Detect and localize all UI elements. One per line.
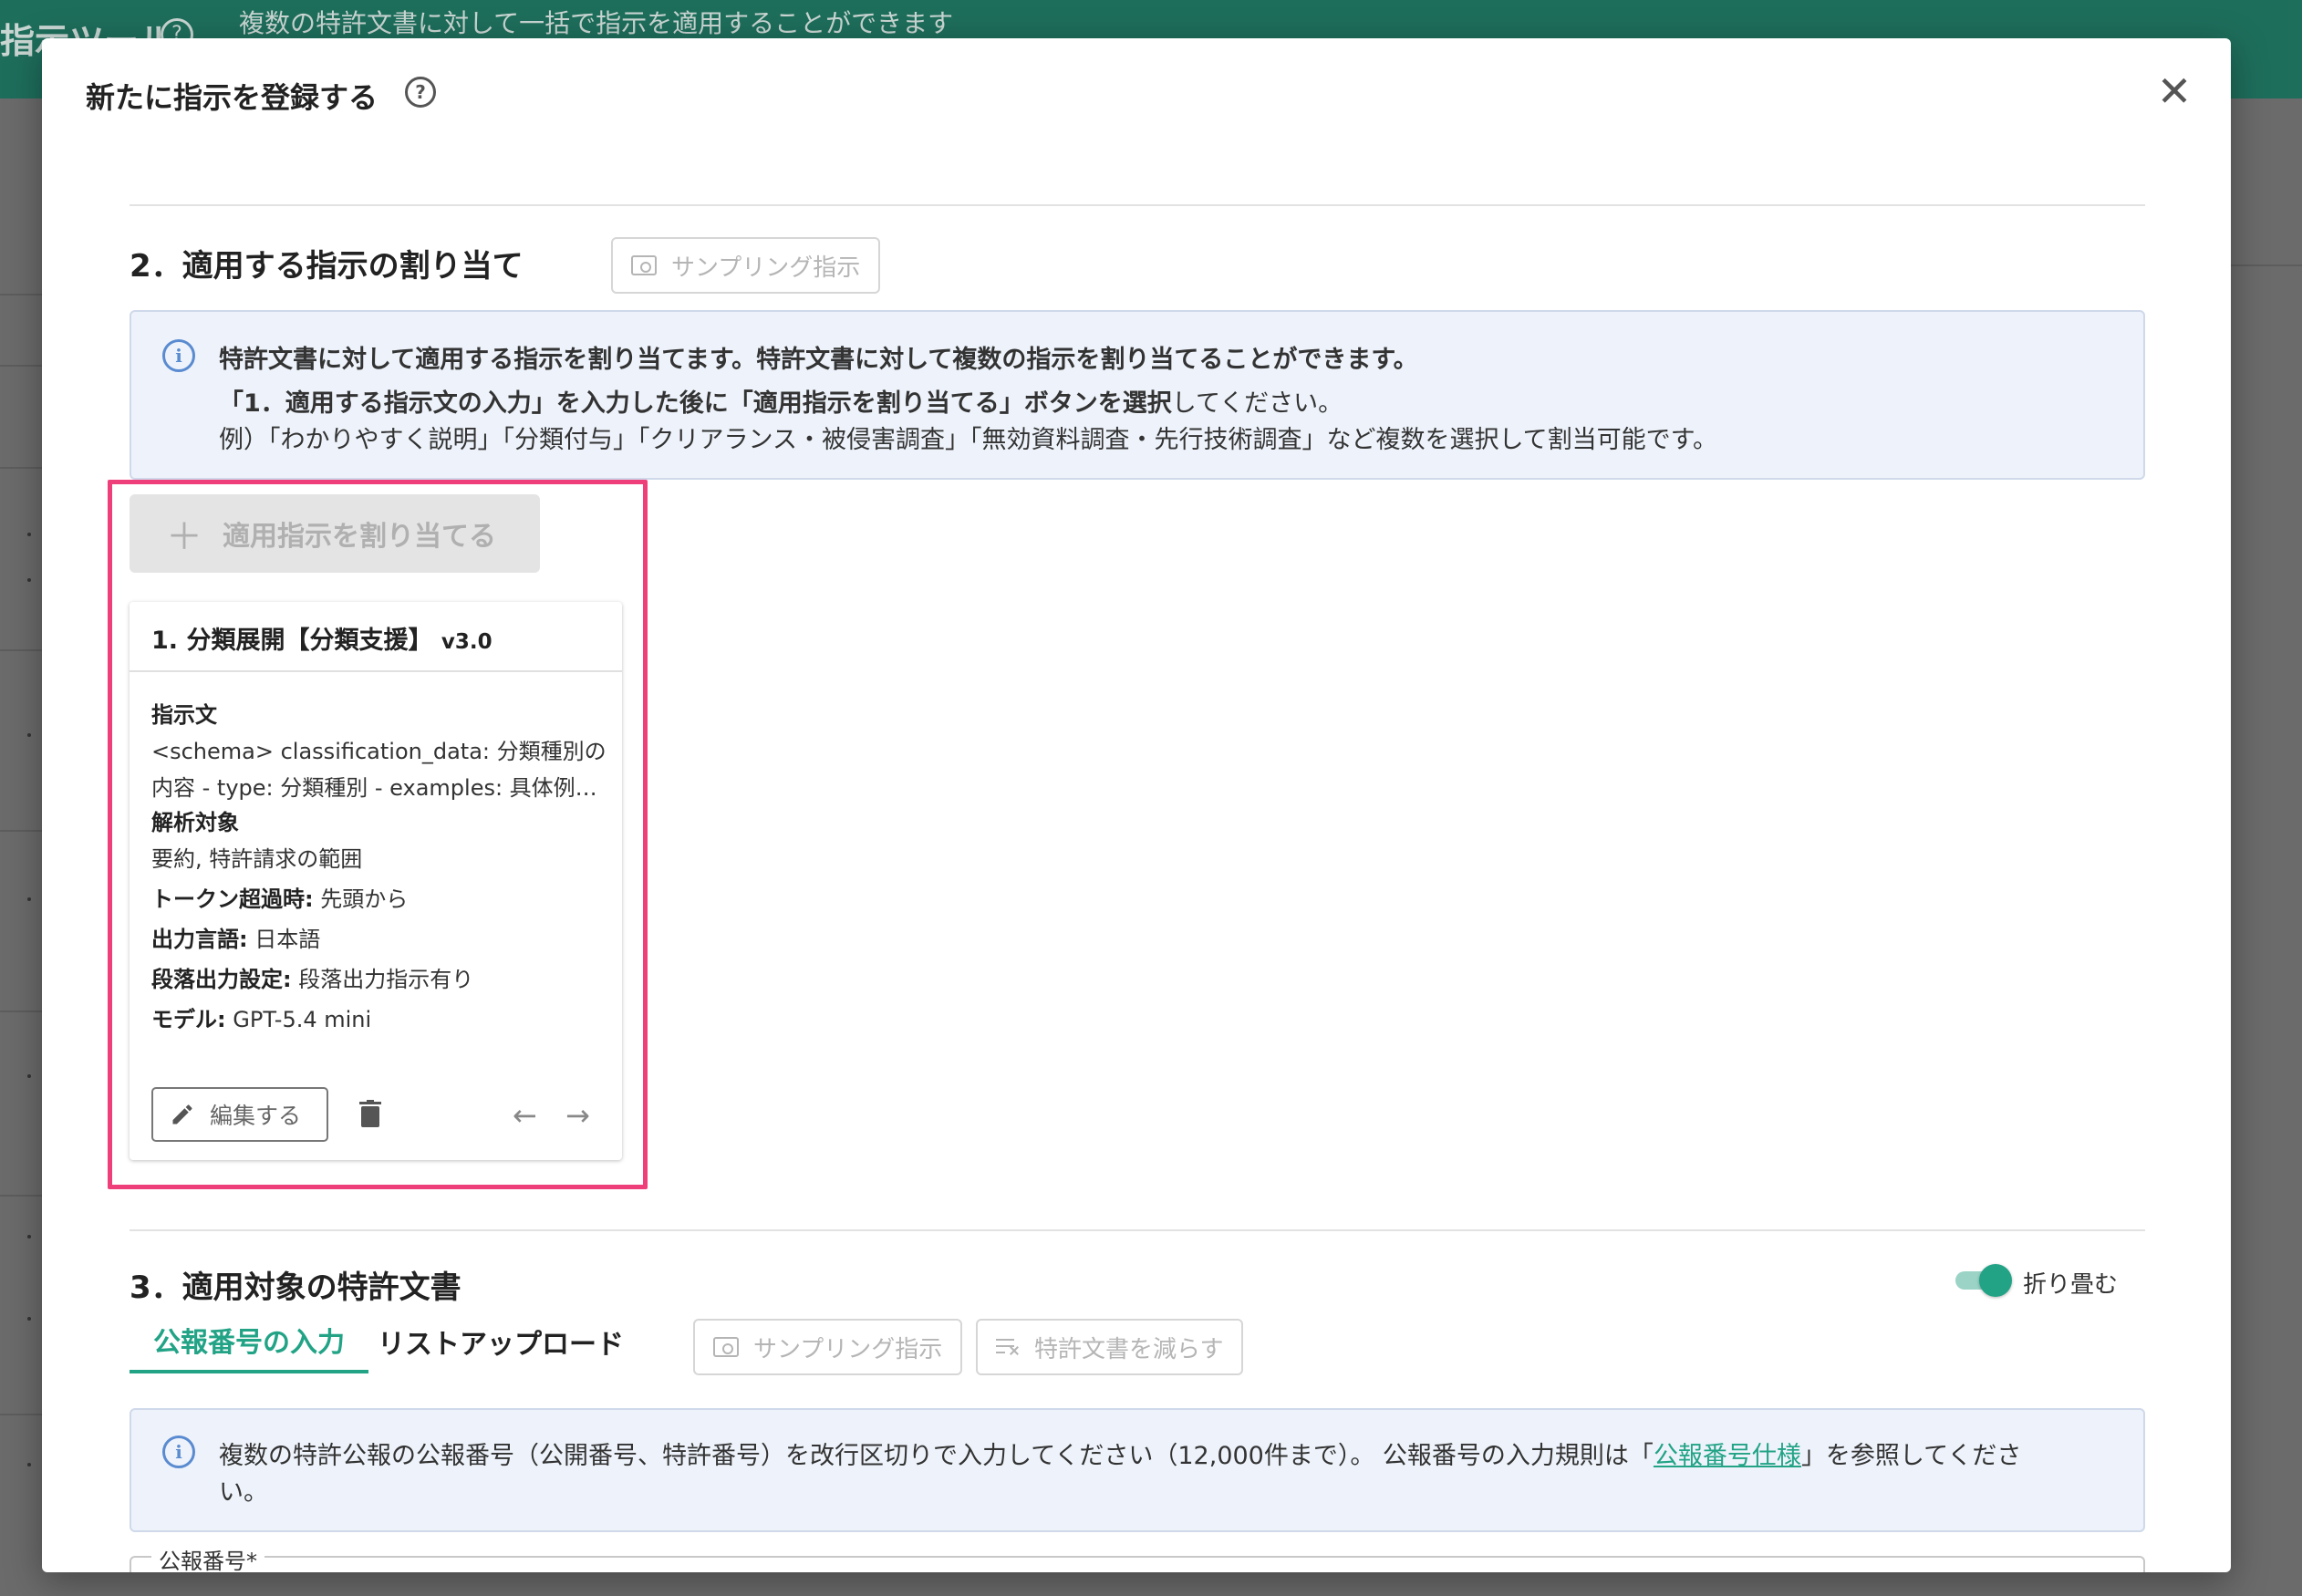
info-text: 例）「わかりやすく説明」「分類付与」「クリアランス・被侵害調査」「無効資料調査・… xyxy=(219,426,1717,454)
card-title: 1. 分類展開【分類支援】 v3.0 xyxy=(151,620,493,656)
app-subtitle: 複数の特許文書に対して一括で指示を適用することができます xyxy=(239,8,954,38)
lang-label: 出力言語: xyxy=(151,927,248,952)
modal-title: 新たに指示を登録する xyxy=(86,80,378,115)
edit-button[interactable]: 編集する xyxy=(151,1087,328,1142)
arrow-right-icon[interactable]: → xyxy=(565,1098,590,1133)
publication-spec-link[interactable]: 公報番号仕様 xyxy=(1654,1442,1801,1470)
bg-divider xyxy=(2229,264,2302,266)
instruction-text: <schema> classification_data: 分類種別の xyxy=(151,739,607,764)
section3-title: 3．適用対象の特許文書 xyxy=(130,1270,461,1306)
assign-button-label: 適用指示を割り当てる xyxy=(223,521,496,553)
model-value: GPT-5.4 mini xyxy=(233,1007,372,1032)
card-version: v3.0 xyxy=(441,630,493,654)
help-icon[interactable]: ? xyxy=(405,77,436,108)
para-value: 段落出力指示有り xyxy=(298,967,474,992)
info-text-pre: 複数の特許公報の公報番号（公開番号、特許番号）を改行区切りで入力してください（1… xyxy=(219,1442,1654,1470)
bg-dot xyxy=(27,897,31,901)
reduce-documents-button[interactable]: 特許文書を減らす xyxy=(976,1319,1244,1375)
assign-instruction-button[interactable]: ＋ 適用指示を割り当てる xyxy=(130,494,540,573)
register-instruction-modal: 新たに指示を登録する ? ✕ 2．適用する指示の割り当て サンプリング指示 i … xyxy=(42,38,2231,1572)
section-divider xyxy=(130,1229,2145,1231)
bg-divider xyxy=(0,649,42,651)
bg-dot xyxy=(27,1235,31,1238)
plus-icon: ＋ xyxy=(166,516,202,558)
info-icon: i xyxy=(162,1435,195,1468)
info-text: い。 xyxy=(219,1478,268,1507)
info-icon: i xyxy=(162,339,195,372)
model-label: モデル: xyxy=(151,1007,226,1032)
close-icon[interactable]: ✕ xyxy=(2151,67,2198,115)
model-setting: モデル: GPT-5.4 mini xyxy=(151,1001,371,1033)
collapse-toggle[interactable] xyxy=(1955,1264,2012,1297)
card-divider xyxy=(130,670,622,672)
edit-button-label: 編集する xyxy=(210,1103,302,1129)
sampling-button-label: サンプリング指示 xyxy=(671,254,861,282)
target-label: 解析対象 xyxy=(151,810,239,835)
publication-number-label: 公報番号* xyxy=(151,1543,264,1572)
para-label: 段落出力設定: xyxy=(151,967,292,992)
info-text-regular: してください。 xyxy=(1171,389,1343,418)
language-setting: 出力言語: 日本語 xyxy=(151,921,320,953)
tab-publication-number[interactable]: 公報番号の入力 xyxy=(130,1310,368,1373)
eye-icon xyxy=(713,1337,739,1357)
collapse-label: 折り畳む xyxy=(2023,1271,2119,1299)
pencil-icon xyxy=(172,1104,192,1124)
paragraph-setting: 段落出力設定: 段落出力指示有り xyxy=(151,961,473,993)
bg-divider xyxy=(0,1195,42,1197)
section3-info-box: i 複数の特許公報の公報番号（公開番号、特許番号）を改行区切りで入力してください… xyxy=(130,1408,2145,1532)
instruction-label: 指示文 xyxy=(151,702,217,728)
publication-number-field[interactable] xyxy=(130,1556,2145,1572)
sampling-instruction-button[interactable]: サンプリング指示 xyxy=(693,1319,963,1375)
bg-dot xyxy=(27,1317,31,1321)
reduce-button-label: 特許文書を減らす xyxy=(1034,1335,1224,1363)
info-text-post: 」を参照してくださ xyxy=(1800,1442,2022,1470)
eye-icon xyxy=(631,255,657,275)
sampling-button-label: サンプリング指示 xyxy=(753,1335,943,1363)
instruction-text: 内容 - type: 分類種別 - examples: 具体例… xyxy=(151,775,597,801)
trash-icon[interactable] xyxy=(359,1100,381,1127)
arrow-left-icon[interactable]: ← xyxy=(513,1098,537,1133)
info-text-bold: 「1．適用する指示文の入力」を入力した後に「適用指示を割り当てる」ボタンを選択 xyxy=(219,389,1172,418)
bg-divider xyxy=(0,467,42,469)
bg-divider xyxy=(0,1414,42,1415)
bg-dot xyxy=(27,578,31,582)
bg-divider xyxy=(0,830,42,832)
bg-dot xyxy=(27,733,31,737)
token-value: 先頭から xyxy=(320,886,409,912)
info-text: 複数の特許公報の公報番号（公開番号、特許番号）を改行区切りで入力してください（1… xyxy=(219,1435,2021,1471)
bg-divider xyxy=(0,365,42,367)
bg-divider xyxy=(0,1010,42,1012)
lang-value: 日本語 xyxy=(254,927,321,952)
bg-dot xyxy=(27,533,31,536)
bg-dot xyxy=(27,1074,31,1078)
info-text: 「1．適用する指示文の入力」を入力した後に「適用指示を割り当てる」ボタンを選択し… xyxy=(219,383,1343,419)
card-title-text: 1. 分類展開【分類支援】 xyxy=(151,627,433,655)
token-label: トークン超過時: xyxy=(151,886,314,912)
tab-list-upload[interactable]: リストアップロード xyxy=(368,1310,633,1373)
sampling-instruction-button[interactable]: サンプリング指示 xyxy=(611,237,881,294)
toggle-thumb xyxy=(1979,1264,2012,1297)
bg-divider xyxy=(0,294,42,295)
section2-info-box: i 特許文書に対して適用する指示を割り当てます。特許文書に対して複数の指示を割り… xyxy=(130,310,2145,480)
target-value: 要約, 特許請求の範囲 xyxy=(151,846,363,872)
token-setting: トークン超過時: 先頭から xyxy=(151,881,408,913)
section2-title: 2．適用する指示の割り当て xyxy=(130,248,524,285)
bg-dot xyxy=(27,1463,31,1466)
instruction-card: 1. 分類展開【分類支援】 v3.0 指示文 <schema> classifi… xyxy=(130,602,622,1160)
section-divider xyxy=(130,204,2145,206)
info-text: 特許文書に対して適用する指示を割り当てます。特許文書に対して複数の指示を割り当て… xyxy=(219,346,1418,374)
reduce-list-icon xyxy=(996,1337,1020,1357)
